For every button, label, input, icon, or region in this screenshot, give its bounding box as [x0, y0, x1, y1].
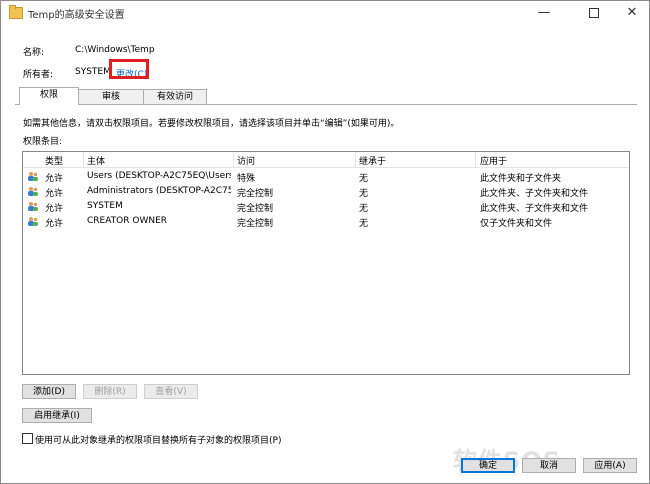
cell-type: 允许 [45, 189, 64, 199]
header-inherited-from[interactable]: 继承于 [359, 154, 386, 167]
minimize-button[interactable]: — [529, 1, 559, 25]
tab-permissions[interactable]: 权限 [19, 87, 79, 105]
table-row[interactable]: 允许 SYSTEM 完全控制 无 此文件夹、子文件夹和文件 [23, 199, 629, 214]
maximize-icon [589, 7, 599, 18]
users-icon [28, 202, 38, 211]
ok-button[interactable]: 确定 [461, 458, 515, 473]
maximize-button[interactable] [579, 1, 609, 25]
highlight-box [109, 59, 149, 79]
header-divider[interactable] [83, 152, 84, 167]
apply-button[interactable]: 应用(A) [583, 458, 637, 473]
users-icon [28, 217, 38, 226]
cell-applies-to: 此文件夹、子文件夹和文件 [480, 204, 589, 214]
enable-inheritance-button[interactable]: 启用继承(I) [22, 408, 92, 423]
view-button[interactable]: 查看(V) [144, 384, 198, 399]
cell-type: 允许 [45, 219, 64, 229]
name-label: 名称: [23, 48, 45, 58]
header-divider[interactable] [475, 152, 476, 167]
owner-value: SYSTEM [75, 67, 111, 77]
tab-effective-access[interactable]: 有效访问 [143, 89, 207, 105]
entries-label: 权限条目: [23, 137, 63, 147]
cell-applies-to: 此文件夹和子文件夹 [480, 174, 562, 184]
cell-access: 完全控制 [237, 219, 274, 229]
header-divider[interactable] [355, 152, 356, 167]
permission-entries-list[interactable]: 类型 主体 访问 继承于 应用于 允许 Users (DESKTOP-A2C75… [22, 151, 630, 375]
close-button[interactable]: ✕ [617, 1, 647, 25]
owner-label: 所有者: [23, 70, 54, 80]
advanced-security-window: Temp的高级安全设置 — ✕ 名称: C:\Windows\Temp 所有者:… [0, 0, 650, 484]
dialog-content: 名称: C:\Windows\Temp 所有者: SYSTEM 更改(C) 权限… [1, 25, 649, 483]
cell-applies-to: 仅子文件夹和文件 [480, 219, 553, 229]
cell-type: 允许 [45, 204, 64, 214]
header-access[interactable]: 访问 [237, 154, 255, 167]
info-text: 如需其他信息，请双击权限项目。若要修改权限项目，请选择该项目并单击“编辑”(如果… [23, 119, 400, 129]
cell-inherited-from: 无 [359, 174, 369, 184]
name-value: C:\Windows\Temp [75, 45, 155, 55]
table-row[interactable]: 允许 Administrators (DESKTOP-A2C75... 完全控制… [23, 184, 629, 199]
cell-principal: SYSTEM [87, 201, 123, 211]
replace-child-permissions-checkbox[interactable] [22, 433, 33, 444]
cell-inherited-from: 无 [359, 204, 369, 214]
header-type[interactable]: 类型 [45, 154, 63, 167]
header-divider[interactable] [233, 152, 234, 167]
add-button[interactable]: 添加(D) [22, 384, 76, 399]
table-row[interactable]: 允许 CREATOR OWNER 完全控制 无 仅子文件夹和文件 [23, 214, 629, 229]
cell-principal: Users (DESKTOP-A2C75EQ\Users) [87, 171, 231, 181]
header-principal[interactable]: 主体 [87, 154, 105, 167]
tab-divider [15, 104, 637, 105]
cell-principal: Administrators (DESKTOP-A2C75... [87, 186, 231, 196]
list-header: 类型 主体 访问 继承于 应用于 [23, 152, 629, 168]
cell-applies-to: 此文件夹、子文件夹和文件 [480, 189, 589, 199]
remove-button[interactable]: 删除(R) [83, 384, 137, 399]
cell-access: 完全控制 [237, 204, 274, 214]
tab-auditing[interactable]: 审核 [77, 89, 145, 105]
title-bar[interactable]: Temp的高级安全设置 — ✕ [1, 1, 649, 25]
header-applies-to[interactable]: 应用于 [480, 154, 507, 167]
cell-principal: CREATOR OWNER [87, 216, 168, 226]
folder-icon [9, 5, 23, 19]
table-row[interactable]: 允许 Users (DESKTOP-A2C75EQ\Users) 特殊 无 此文… [23, 169, 629, 184]
users-icon [28, 172, 38, 181]
cell-access: 完全控制 [237, 189, 274, 199]
cancel-button[interactable]: 取消 [522, 458, 576, 473]
users-icon [28, 187, 38, 196]
cell-type: 允许 [45, 174, 64, 184]
cell-access: 特殊 [237, 174, 256, 184]
replace-child-permissions-label[interactable]: 使用可从此对象继承的权限项目替换所有子对象的权限项目(P) [35, 433, 281, 446]
cell-inherited-from: 无 [359, 219, 369, 229]
window-title: Temp的高级安全设置 [28, 10, 125, 21]
cell-inherited-from: 无 [359, 189, 369, 199]
